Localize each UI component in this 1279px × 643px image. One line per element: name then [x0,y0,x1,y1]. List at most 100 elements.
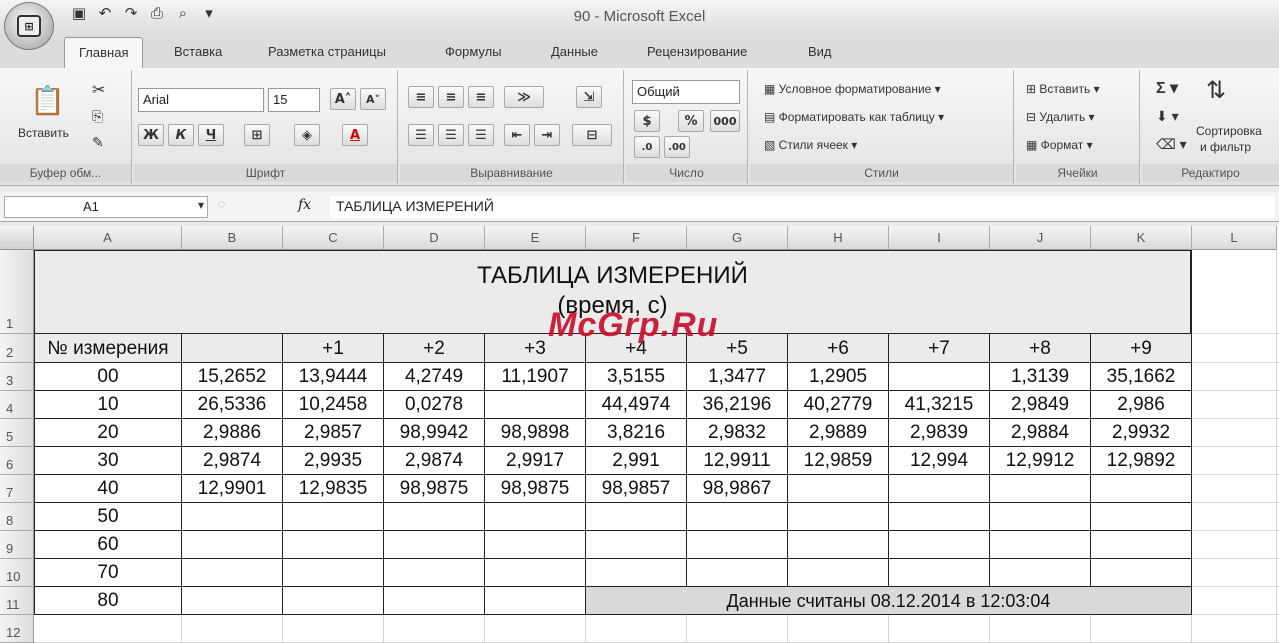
wrap-text-icon[interactable]: ⇲ [576,86,602,108]
insert-function-icon[interactable]: fx [298,197,311,213]
table-cell[interactable]: 40 [34,475,182,503]
table-cell[interactable]: 2,9935 [283,447,384,475]
font-name-select[interactable]: Arial [138,88,264,112]
row-header-12[interactable]: 12 [0,615,34,643]
table-cell[interactable] [1091,559,1192,587]
sort-filter-label-2[interactable]: и фильтр [1200,140,1251,154]
fill-icon[interactable]: ⬇ ▾ [1156,108,1179,125]
table-cell[interactable]: 12,9911 [687,447,788,475]
table-cell[interactable]: 3,5155 [586,363,687,391]
select-all-corner[interactable] [0,226,34,250]
table-cell[interactable]: 12,9859 [788,447,889,475]
tab-4[interactable]: Данные [551,44,598,59]
column-header-L[interactable]: L [1192,226,1277,250]
table-cell[interactable] [586,503,687,531]
table-cell[interactable]: 10,2458 [283,391,384,419]
table-cell[interactable] [384,587,485,615]
row-header-9[interactable]: 9 [0,531,34,559]
table-cell[interactable]: 98,9898 [485,419,586,447]
table-cell[interactable] [889,559,990,587]
column-header-B[interactable]: B [182,226,283,250]
table-cell[interactable]: 98,9875 [485,475,586,503]
table-cell[interactable] [1091,475,1192,503]
table-cell[interactable] [687,559,788,587]
percent-icon[interactable]: % [678,110,704,132]
column-header-G[interactable]: G [687,226,788,250]
align-right-icon[interactable]: ☰ [468,124,494,146]
table-cell[interactable]: 41,3215 [889,391,990,419]
column-header-J[interactable]: J [990,226,1091,250]
italic-button[interactable]: К [168,124,194,146]
row-header-1[interactable]: 1 [0,250,34,334]
borders-icon[interactable]: ⊞ [244,124,270,146]
tab-1[interactable]: Вставка [174,44,222,59]
table-cell[interactable]: 98,9867 [687,475,788,503]
paste-icon[interactable]: 📋 [30,84,65,117]
table-cell[interactable] [990,503,1091,531]
table-cell[interactable] [889,531,990,559]
table-cell[interactable]: 60 [34,531,182,559]
name-box[interactable]: A1 [4,196,208,218]
table-cell[interactable] [788,503,889,531]
increase-decimal-icon[interactable]: .0 [634,136,660,158]
table-cell[interactable]: 50 [34,503,182,531]
table-cell[interactable]: 35,1662 [1091,363,1192,391]
table-cell[interactable]: 2,9932 [1091,419,1192,447]
paste-button[interactable]: Вставить [18,126,69,140]
font-color-icon[interactable]: A [342,124,368,146]
table-cell[interactable]: 40,2779 [788,391,889,419]
shrink-font-icon[interactable]: A˅ [360,88,386,110]
column-header-K[interactable]: K [1091,226,1192,250]
table-cell[interactable] [687,503,788,531]
table-cell[interactable]: 20 [34,419,182,447]
row-header-6[interactable]: 6 [0,447,34,475]
table-cell[interactable]: 44,4974 [586,391,687,419]
table-cell[interactable] [990,475,1091,503]
formula-cancel-icon[interactable]: ◌ [218,197,225,211]
align-top-icon[interactable]: ≡ [408,86,434,108]
table-cell[interactable] [485,531,586,559]
tab-0[interactable]: Главная [64,37,144,68]
table-cell[interactable]: 12,9892 [1091,447,1192,475]
table-cell[interactable]: 3,8216 [586,419,687,447]
row-header-2[interactable]: 2 [0,334,34,363]
data-read-timestamp[interactable]: Данные считаны 08.12.2014 в 12:03:04 [586,587,1192,615]
align-center-icon[interactable]: ☰ [438,124,464,146]
table-cell[interactable]: 2,9917 [485,447,586,475]
table-cell[interactable]: 26,5336 [182,391,283,419]
tab-2[interactable]: Разметка страницы [268,44,386,59]
insert-cells-button[interactable]: ⊞ Вставить ▾ [1026,82,1100,96]
number-format-select[interactable]: Общий [632,80,740,104]
table-cell[interactable]: 2,9884 [990,419,1091,447]
align-bottom-icon[interactable]: ≡ [468,86,494,108]
table-cell[interactable] [889,475,990,503]
table-cell[interactable] [283,531,384,559]
column-header-E[interactable]: E [485,226,586,250]
format-painter-icon[interactable]: ✎ [92,134,104,151]
table-cell[interactable] [586,559,687,587]
table-cell[interactable]: 12,9835 [283,475,384,503]
row-header-10[interactable]: 10 [0,559,34,587]
table-cell[interactable]: 15,2652 [182,363,283,391]
table-cell[interactable] [182,559,283,587]
align-middle-icon[interactable]: ≡ [438,86,464,108]
row-header-3[interactable]: 3 [0,363,34,391]
increase-indent-icon[interactable]: ⇥ [534,124,560,146]
table-cell[interactable] [182,531,283,559]
table-cell[interactable] [1091,531,1192,559]
name-box-dropdown-icon[interactable]: ▾ [198,198,204,212]
table-cell[interactable]: 2,986 [1091,391,1192,419]
table-cell[interactable]: 12,9912 [990,447,1091,475]
table-cell[interactable]: 2,9849 [990,391,1091,419]
bold-button[interactable]: Ж [138,124,164,146]
column-header-A[interactable]: A [34,226,182,250]
table-cell[interactable]: 2,9874 [182,447,283,475]
header-cell[interactable]: +7 [889,334,990,363]
table-cell[interactable]: 1,2905 [788,363,889,391]
row-header-8[interactable]: 8 [0,503,34,531]
table-cell[interactable] [485,391,586,419]
merge-center-icon[interactable]: ⊟ [572,124,612,146]
table-cell[interactable] [384,531,485,559]
table-cell[interactable] [788,531,889,559]
orientation-icon[interactable]: ≫ [504,86,544,108]
